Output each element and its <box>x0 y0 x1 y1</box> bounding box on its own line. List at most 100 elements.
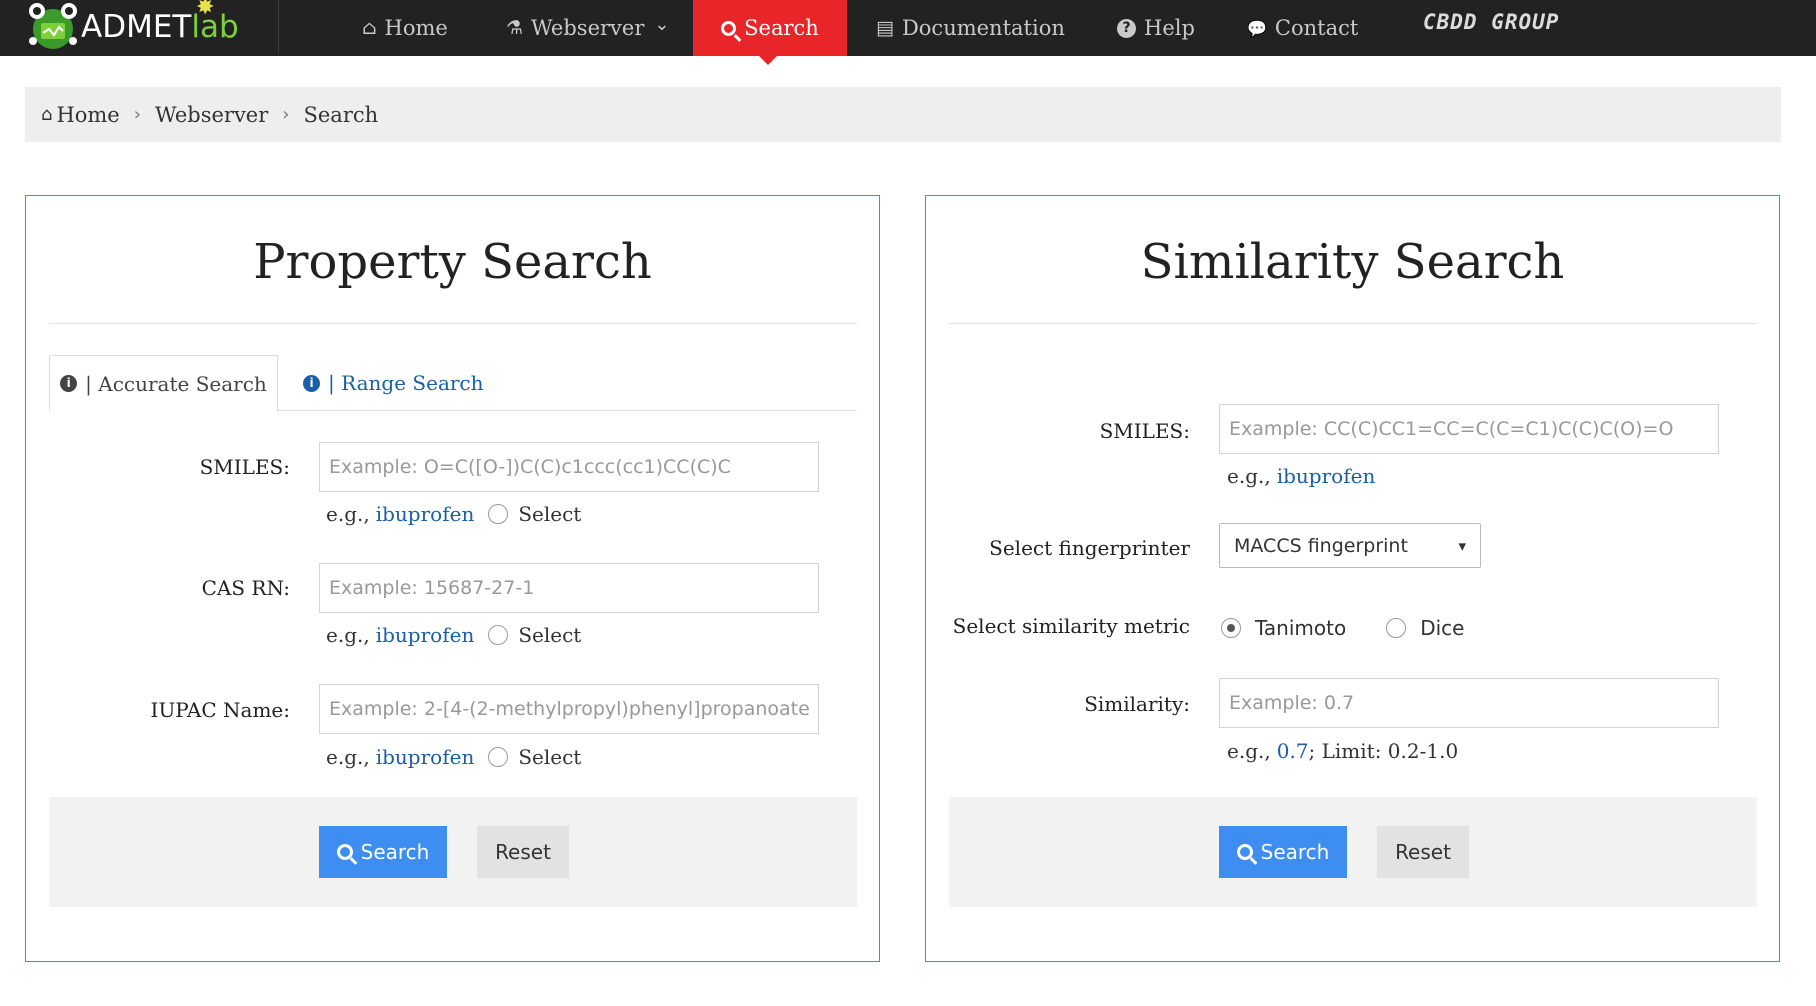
similarity-search-panel: Similarity Search SMILES: Example: CC(C)… <box>925 195 1780 962</box>
iupac-label: IUPAC Name: <box>150 698 290 722</box>
sim-smiles-label: SMILES: <box>1099 419 1190 443</box>
breadcrumb: ⌂ Home › Webserver › Search <box>25 87 1781 142</box>
cas-hint: e.g., ibuprofen Select <box>326 623 581 647</box>
nav-search[interactable]: Search <box>693 0 847 56</box>
nav-search-label: Search <box>744 16 819 40</box>
brand-name-main: ADMET <box>81 9 192 45</box>
iupac-input[interactable]: Example: 2-[4-(2-methylpropyl)phenyl]pro… <box>319 684 819 734</box>
star-icon: ✸ <box>196 0 215 20</box>
nav-contact[interactable]: 💬 Contact <box>1247 0 1358 56</box>
fingerprinter-select[interactable]: MACCS fingerprint ▾ <box>1219 523 1481 568</box>
dice-label: Dice <box>1420 616 1465 640</box>
chevron-down-icon: ⌄ <box>654 13 670 35</box>
smiles-hint: e.g., ibuprofen Select <box>326 502 581 526</box>
radio-button[interactable] <box>488 504 509 524</box>
property-search-title: Property Search <box>253 234 652 290</box>
nav-home-label: Home <box>384 16 448 40</box>
breadcrumb-webserver[interactable]: Webserver <box>155 103 268 127</box>
ibuprofen-link[interactable]: ibuprofen <box>376 623 475 647</box>
fingerprinter-label: Select fingerprinter <box>989 536 1190 560</box>
property-search-button[interactable]: Search <box>319 826 447 878</box>
ibuprofen-link[interactable]: ibuprofen <box>376 745 475 769</box>
sim-smiles-hint: e.g., ibuprofen <box>1227 464 1375 488</box>
cas-label: CAS RN: <box>201 576 290 600</box>
similarity-search-title: Similarity Search <box>1140 234 1565 290</box>
fingerprinter-value: MACCS fingerprint <box>1234 534 1408 557</box>
nav-home[interactable]: ⌂ Home <box>362 0 448 56</box>
select-label: Select <box>518 745 582 769</box>
property-search-panel: Property Search i | Accurate Search i | … <box>25 195 880 962</box>
smiles-input[interactable]: Example: O=C([O-])C(C)c1ccc(cc1)CC(C)C <box>319 442 819 492</box>
question-icon: ? <box>1117 18 1136 38</box>
search-button-label: Search <box>360 840 430 864</box>
eg-text: e.g., <box>1227 739 1271 763</box>
nav-contact-label: Contact <box>1274 16 1359 40</box>
similarity-reset-button[interactable]: Reset <box>1377 826 1469 878</box>
eg-text: e.g., <box>326 502 370 526</box>
metric-radios: Tanimoto Dice <box>1207 616 1464 640</box>
smiles-select-radio[interactable]: Select <box>488 502 581 526</box>
similarity-example-link[interactable]: 0.7 <box>1277 739 1309 763</box>
info-icon: i <box>60 375 78 392</box>
chat-icon: 💬 <box>1247 18 1267 38</box>
dice-radio[interactable] <box>1386 618 1407 638</box>
eg-text: e.g., <box>326 623 370 647</box>
book-icon: ▤ <box>876 17 894 39</box>
nav-documentation[interactable]: ▤ Documentation <box>876 0 1065 56</box>
eg-text: e.g., <box>1227 464 1271 488</box>
select-label: Select <box>518 502 582 526</box>
tab-accurate-search[interactable]: i | Accurate Search <box>49 355 278 412</box>
tab-range-search[interactable]: i | Range Search <box>303 355 484 411</box>
top-navbar: ADMETlab ✸ ⌂ Home ⚗ Webserver ⌄ Search ▤… <box>0 0 1816 65</box>
tanimoto-radio-option[interactable]: Tanimoto <box>1221 616 1346 640</box>
cbdd-group-logo[interactable]: CBDD GROUP <box>1423 10 1559 34</box>
brand-logo[interactable]: ADMETlab ✸ <box>25 0 279 54</box>
iupac-select-radio[interactable]: Select <box>488 745 581 769</box>
radio-button[interactable] <box>488 747 509 767</box>
flask-icon: ⚗ <box>506 17 524 39</box>
iupac-hint: e.g., ibuprofen Select <box>326 745 581 769</box>
similarity-hint: e.g., 0.7 ; Limit: 0.2-1.0 <box>1227 739 1458 763</box>
cas-select-radio[interactable]: Select <box>488 623 581 647</box>
cas-input[interactable]: Example: 15687-27-1 <box>319 563 819 613</box>
tanimoto-label: Tanimoto <box>1255 616 1347 640</box>
property-reset-button[interactable]: Reset <box>477 826 569 878</box>
property-button-bar: Search Reset <box>49 797 857 907</box>
dice-radio-option[interactable]: Dice <box>1386 616 1464 640</box>
similarity-limit: ; Limit: 0.2-1.0 <box>1308 739 1459 763</box>
divider <box>49 323 857 324</box>
search-icon <box>1236 844 1253 860</box>
sim-smiles-input[interactable]: Example: CC(C)CC1=CC=C(C=C1)C(C)C(O)=O <box>1219 404 1719 454</box>
similarity-input[interactable]: Example: 0.7 <box>1219 678 1719 728</box>
smiles-label: SMILES: <box>199 455 290 479</box>
nav-help[interactable]: ? Help <box>1117 0 1195 56</box>
eg-text: e.g., <box>326 745 370 769</box>
breadcrumb-current: Search <box>303 102 379 127</box>
brand-icon <box>25 1 81 53</box>
nav-webserver[interactable]: ⚗ Webserver ⌄ <box>506 0 669 56</box>
divider <box>949 323 1757 324</box>
select-label: Select <box>518 623 582 647</box>
similarity-button-bar: Search Reset <box>949 797 1757 907</box>
tanimoto-radio[interactable] <box>1221 618 1241 638</box>
nav-webserver-label: Webserver <box>531 16 645 40</box>
similarity-search-button[interactable]: Search <box>1219 826 1347 878</box>
nav-help-label: Help <box>1144 16 1195 40</box>
search-button-label: Search <box>1260 840 1330 864</box>
nav-documentation-label: Documentation <box>901 16 1065 40</box>
ibuprofen-link[interactable]: ibuprofen <box>376 502 475 526</box>
similarity-label: Similarity: <box>1084 692 1190 716</box>
radio-button[interactable] <box>488 625 509 645</box>
property-tabs: i | Accurate Search i | Range Search <box>49 355 857 412</box>
metric-label: Select similarity metric <box>952 614 1190 638</box>
tab-accurate-label: | Accurate Search <box>85 371 267 396</box>
ibuprofen-link[interactable]: ibuprofen <box>1277 464 1376 488</box>
info-icon: i <box>303 374 320 392</box>
active-caret <box>759 56 777 65</box>
chevron-down-icon: ▾ <box>1458 536 1466 555</box>
home-icon: ⌂ <box>41 104 53 125</box>
breadcrumb-home[interactable]: Home <box>56 103 119 127</box>
breadcrumb-separator: › <box>282 104 290 125</box>
search-icon <box>721 20 737 36</box>
search-icon <box>336 844 353 860</box>
